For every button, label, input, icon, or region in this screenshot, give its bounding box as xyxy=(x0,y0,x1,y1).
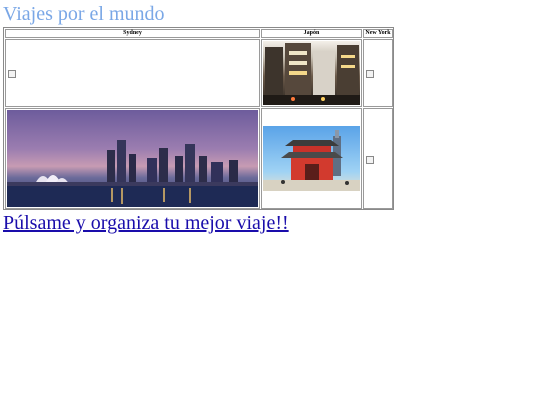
newyork-cell-2 xyxy=(363,108,393,209)
header-japan: Japón xyxy=(261,29,362,38)
organize-trip-link[interactable]: Púlsame y organiza tu mejor viaje!! xyxy=(3,211,289,235)
sydney-skyline-image xyxy=(7,110,258,207)
header-newyork: New York xyxy=(363,29,393,38)
tokyo-street-image xyxy=(263,41,360,105)
page-title: Viajes por el mundo xyxy=(3,3,165,25)
broken-image-icon xyxy=(8,70,16,78)
header-sydney: Sydney xyxy=(5,29,260,38)
japan-cell-1 xyxy=(261,39,362,107)
japan-cell-2 xyxy=(261,108,362,209)
newyork-cell-1 xyxy=(363,39,393,107)
japan-pagoda-image xyxy=(263,126,360,191)
sydney-cell-1 xyxy=(5,39,260,107)
sydney-cell-2 xyxy=(5,108,260,209)
destinations-table: Sydney Japón New York xyxy=(3,27,394,210)
broken-image-icon xyxy=(366,156,374,164)
broken-image-icon xyxy=(366,70,374,78)
